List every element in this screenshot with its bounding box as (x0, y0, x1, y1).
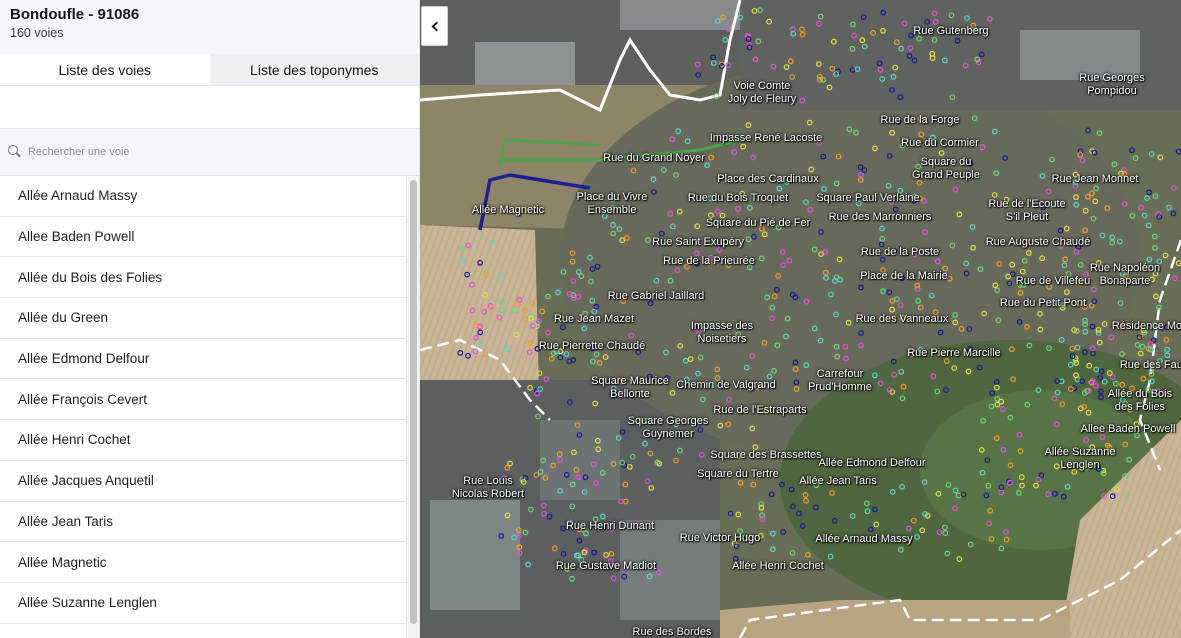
voie-list-item[interactable]: Allée Henri Cochet (0, 420, 406, 461)
map-street-label: Rue du Cormier (901, 137, 979, 149)
map-street-label: Rue des Marronniers (828, 211, 932, 223)
map-street-label: Résidence Mondesir (1111, 320, 1181, 332)
map-street-label: Rue de la Prieurée (663, 255, 755, 267)
voie-list-item[interactable]: Allée Magnetic (0, 542, 406, 583)
map-street-label: Rue de la Forge (880, 114, 960, 126)
map-street-label: Square Maurice Bellonte (591, 375, 669, 400)
map-street-label: Allée Magnetic (471, 204, 545, 216)
map-street-label: Square Paul Verlaine (816, 192, 920, 204)
map-street-label: Rue Jean Monnet (1051, 173, 1139, 185)
map-street-label: Impasse René Lacoste (709, 132, 823, 144)
map-street-label: Allée Edmond Delfour (818, 457, 926, 469)
voie-list-item[interactable]: Allée Jean Taris (0, 502, 406, 543)
map-street-label: Square du Grand Peuple (912, 156, 980, 181)
map-street-label: Allée du Bois des Folies (1107, 388, 1173, 413)
map-street-label: Square Georges Guynemer (627, 415, 709, 440)
map-street-label: Rue Victor Hugo (679, 532, 761, 544)
map-street-label: Rue Gutenberg (913, 25, 989, 37)
search-input[interactable] (28, 146, 388, 158)
map-street-label: Rue Pierrette Chaudé (538, 340, 646, 352)
voie-list: Allée Arnaud Massy Allee Baden Powell Allé… (0, 176, 406, 638)
map-street-label: Allée Arnaud Massy (815, 533, 913, 545)
map-street-label: Rue Gustave Madiot (555, 560, 657, 572)
voies-count: 160 voies (10, 26, 64, 40)
map-street-label: Rue de l'Estraparts (713, 404, 807, 416)
map-street-label: Rue des Fauvettes (1119, 359, 1181, 371)
voie-list-item[interactable]: Allée Edmond Delfour (0, 339, 406, 380)
map-view[interactable]: Rue Gutenberg Rue Georges Pompidou Voie Co… (420, 0, 1181, 638)
tab-liste-des-toponymes[interactable]: Liste des toponymes (209, 54, 419, 85)
search-icon (8, 145, 22, 159)
map-street-label: Rue Henri Dunant (565, 520, 655, 532)
map-street-label: Rue Pierre Marcille (907, 347, 1001, 359)
map-street-label: Carrefour Prud'Homme (808, 368, 872, 393)
collapse-panel-button[interactable] (421, 6, 448, 46)
scrollbar-thumb[interactable] (410, 180, 417, 624)
voies-panel: Bondoufle - 91086 160 voies Liste des vo… (0, 0, 420, 638)
map-street-label: Rue Georges Pompidou (1079, 72, 1145, 97)
map-street-label: Rue Napoléon Bonaparte (1089, 262, 1161, 287)
voie-list-item[interactable]: Allée Suzanne Lenglen (0, 583, 406, 624)
map-street-label: Impasse des Noisetiers (690, 320, 754, 345)
list-scrollbar[interactable] (406, 176, 419, 638)
map-street-label: Rue du Bois Troquet (687, 192, 789, 204)
search-bar (0, 129, 419, 176)
commune-title: Bondoufle - 91086 (10, 6, 140, 23)
voie-list-item[interactable]: Allée Arnaud Massy (0, 176, 406, 217)
map-street-label: Allée Jean Taris (799, 475, 877, 487)
voie-list-item[interactable]: Allée du Green (0, 298, 406, 339)
map-street-label: Rue Gabriel Jaillard (607, 290, 705, 302)
map-street-label: Square des Brassettes (710, 449, 822, 461)
map-street-label: Rue des Bordes (632, 626, 712, 638)
map-street-label: Square du Tertre (697, 468, 779, 480)
map-street-label: Rue de Villefeu (1015, 275, 1091, 287)
map-street-label: Rue de la Poste (860, 246, 940, 258)
tab-liste-des-voies[interactable]: Liste des voies (0, 54, 210, 85)
map-street-label: Rue Louis Nicolas Robert (451, 475, 525, 500)
map-street-label: Allée Suzanne Lenglen (1044, 446, 1116, 471)
map-street-label: Allée Henri Cochet (732, 560, 824, 572)
map-street-label: Voie Comte Joly de Fleury (727, 80, 797, 105)
map-street-label: Place des Cardinaux (717, 173, 819, 185)
map-street-label: Rue des Vanneaux (855, 313, 949, 325)
map-street-label: Rue Jean Mazet (553, 313, 635, 325)
map-street-label: Rue du Grand Noyer (603, 152, 705, 164)
map-street-label: Rue Auguste Chaudé (985, 236, 1091, 248)
commune-header: Bondoufle - 91086 160 voies (0, 0, 419, 54)
satellite-map (420, 0, 1181, 638)
voie-list-item[interactable]: Allée du Bois des Folies (0, 257, 406, 299)
map-street-label: Chemin de Valgrand (676, 379, 776, 391)
toolbar-area (0, 86, 419, 129)
voie-list-item[interactable]: Allée François Cevert (0, 379, 406, 421)
map-street-label: Rue du Petit Pont (999, 297, 1087, 309)
tab-bar: Liste des voies Liste des toponymes (0, 54, 419, 86)
map-street-label: Allee Baden Powell (1080, 423, 1176, 435)
map-street-label: Place de la Mairie (860, 270, 948, 282)
map-street-label: Rue Saint Exupéry (652, 236, 744, 248)
voie-list-item[interactable]: Allee Baden Powell (0, 217, 406, 258)
map-street-label: Rue de l'Ecoute S'il Pleut (988, 198, 1066, 223)
map-street-label: Square du Pié de Fer (705, 217, 811, 229)
map-street-label: Place du Vivre Ensemble (576, 191, 648, 216)
voie-list-item[interactable]: Allée Jacques Anquetil (0, 461, 406, 502)
chevron-left-icon (431, 21, 441, 31)
